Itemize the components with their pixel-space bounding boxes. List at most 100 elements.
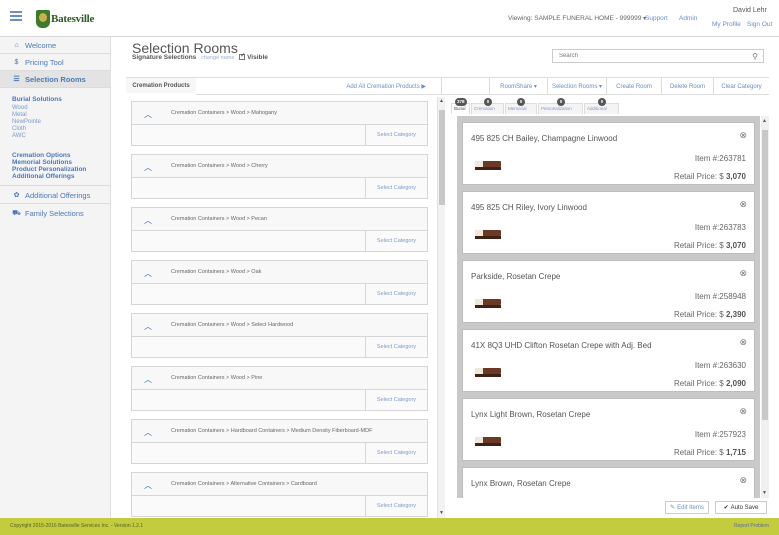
chevron-up-icon[interactable]: ︿ [144, 109, 152, 120]
nav-family-selections[interactable]: ⛟ Family Selections [0, 205, 111, 221]
select-category-button[interactable]: Select Category [365, 125, 427, 145]
scrollbar-thumb[interactable] [762, 130, 768, 420]
gear-icon: ✿ [13, 192, 20, 199]
checkmark-icon: ✔ [723, 505, 729, 511]
cart-item[interactable]: 41X 8Q3 UHD Clifton Rosetan Crepe with A… [462, 329, 755, 392]
tab-cremation[interactable]: 0 Cremation [471, 98, 504, 114]
support-link[interactable]: Support [645, 15, 668, 22]
sub-product-personalization[interactable]: Product Personalization [12, 166, 86, 173]
cart-scrollbar[interactable]: ▲ ▼ [761, 116, 769, 498]
sub-cremation-options[interactable]: Cremation Options [12, 152, 71, 159]
remove-item-icon[interactable]: ⊗ [739, 337, 747, 348]
remove-item-icon[interactable]: ⊗ [739, 268, 747, 279]
visible-checkbox[interactable] [239, 52, 245, 61]
nav-additional-offerings[interactable]: ✿ Additional Offerings [0, 187, 111, 203]
category-header: ︿ Cremation Containers > Alternative Con… [132, 473, 427, 496]
remove-item-icon[interactable]: ⊗ [739, 406, 747, 417]
tab-label: Additional [587, 106, 607, 111]
casket-thumbnail [475, 161, 501, 170]
scroll-down-arrow-icon[interactable]: ▼ [762, 490, 767, 496]
tab-burial[interactable]: 378 Burial [451, 98, 470, 114]
nav-pricing-tool[interactable]: $ Pricing Tool [0, 54, 111, 70]
tab-additional[interactable]: 0 Additional [584, 98, 619, 114]
roomshare-dropdown[interactable]: RoomShare ▾ [489, 78, 547, 95]
scrollbar-thumb[interactable] [439, 110, 445, 205]
select-category-button[interactable]: Select Category [365, 390, 427, 410]
visible-label: Visible [247, 54, 268, 61]
nav-selection-rooms[interactable]: ☰ Selection Rooms [0, 71, 111, 87]
hamburger-menu-icon[interactable] [10, 11, 22, 22]
clear-category-button[interactable]: Clear Category [713, 78, 769, 95]
selection-rooms-dropdown[interactable]: Selection Rooms ▾ [547, 78, 606, 95]
remove-item-icon[interactable]: ⊗ [739, 199, 747, 210]
sub-memorial-solutions[interactable]: Memorial Solutions [12, 159, 72, 166]
remove-item-icon[interactable]: ⊗ [739, 475, 747, 486]
category-list-scrollbar[interactable]: ▲ ▼ [437, 97, 445, 518]
select-category-button[interactable]: Select Category [365, 337, 427, 357]
chevron-up-icon[interactable]: ︿ [144, 480, 152, 491]
my-profile-link[interactable]: My Profile [712, 21, 741, 28]
price-label: Retail Price: $ [673, 172, 724, 181]
select-category-button[interactable]: Select Category [365, 178, 427, 198]
signature-selections-label: Signature Selections [132, 54, 197, 61]
chevron-up-icon[interactable]: ︿ [144, 374, 152, 385]
cart-item[interactable]: 495 825 CH Riley, Ivory Linwood ⊗ Item #… [462, 191, 755, 254]
report-problem-link[interactable]: Report Problem [734, 523, 769, 529]
cart-item[interactable]: Parkside, Rosetan Crepe ⊗ Item #:258948 … [462, 260, 755, 323]
scroll-up-arrow-icon[interactable]: ▲ [439, 98, 444, 104]
logo-text: Batesville [51, 13, 95, 25]
select-category-button[interactable]: Select Category [365, 284, 427, 304]
toolbar-spacer [441, 78, 489, 95]
product-name: 41X 8Q3 UHD Clifton Rosetan Crepe with A… [471, 341, 652, 350]
tab-cremation-products[interactable]: Cremation Products [126, 78, 196, 95]
scroll-up-arrow-icon[interactable]: ▲ [762, 118, 767, 124]
sub-item-wood[interactable]: Wood [12, 105, 28, 111]
tab-label: Burial [454, 106, 466, 111]
chevron-up-icon[interactable]: ︿ [144, 321, 152, 332]
search-input[interactable] [553, 50, 743, 62]
select-category-button[interactable]: Select Category [365, 496, 427, 516]
select-category-button[interactable]: Select Category [365, 443, 427, 463]
cart-item[interactable]: Lynx Light Brown, Rosetan Crepe ⊗ Item #… [462, 398, 755, 461]
nav-additional-offerings-label: Additional Offerings [25, 190, 91, 200]
sub-burial-solutions[interactable]: Burial Solutions [12, 96, 62, 103]
nav-welcome[interactable]: ⌂ Welcome [0, 37, 111, 53]
create-room-button[interactable]: Create Room [606, 78, 661, 95]
category-path: Cremation Containers > Wood > Pecan [171, 216, 267, 222]
viewing-account-dropdown[interactable]: Viewing: SAMPLE FUNERAL HOME - 999999 ▾ [508, 15, 646, 22]
search-icon[interactable]: ⚲ [752, 52, 758, 61]
top-header: Batesville Viewing: SAMPLE FUNERAL HOME … [0, 0, 779, 37]
cart-item[interactable]: 495 825 CH Bailey, Champagne Linwood ⊗ I… [462, 122, 755, 185]
edit-items-button[interactable]: ✎ Edit Items [665, 501, 709, 514]
sub-item-metal[interactable]: Metal [12, 112, 27, 118]
delete-room-button[interactable]: Delete Room [661, 78, 713, 95]
admin-link[interactable]: Admin [679, 15, 697, 22]
cart-item[interactable]: Lynx Brown, Rosetan Crepe ⊗ [462, 467, 755, 498]
add-all-cremation-products-button[interactable]: Add All Cremation Products ▶ [306, 78, 434, 95]
auto-save-label: Auto Save [730, 504, 759, 511]
sub-additional-offerings[interactable]: Additional Offerings [12, 173, 74, 180]
item-number: Item #:263630 [694, 361, 746, 370]
chevron-up-icon[interactable]: ︿ [144, 268, 152, 279]
sub-item-newpointe[interactable]: NewPointe [12, 119, 41, 125]
sub-item-awc[interactable]: AWC [12, 133, 26, 139]
sign-out-link[interactable]: Sign Out [747, 21, 772, 28]
chevron-up-icon[interactable]: ︿ [144, 427, 152, 438]
select-category-button[interactable]: Select Category [365, 231, 427, 251]
cart-icon: ⛟ [12, 209, 21, 217]
auto-save-toggle[interactable]: ✔ Auto Save [715, 501, 767, 514]
chevron-up-icon[interactable]: ︿ [144, 215, 152, 226]
scroll-down-arrow-icon[interactable]: ▼ [439, 510, 444, 516]
chevron-up-icon[interactable]: ︿ [144, 162, 152, 173]
change-name-link[interactable]: change name [201, 55, 234, 61]
divider [0, 87, 111, 88]
remove-item-icon[interactable]: ⊗ [739, 130, 747, 141]
price-label: Retail Price: $ [673, 310, 724, 319]
batesville-logo[interactable]: Batesville [36, 9, 94, 29]
category-path: Cremation Containers > Wood > Oak [171, 269, 262, 275]
sub-item-cloth[interactable]: Cloth [12, 126, 26, 132]
logo-mark-icon [36, 10, 50, 28]
tab-memorial[interactable]: 0 Memorial [505, 98, 537, 114]
tab-personalization[interactable]: 0 Personalization [538, 98, 583, 114]
product-name: Parkside, Rosetan Crepe [471, 272, 561, 281]
